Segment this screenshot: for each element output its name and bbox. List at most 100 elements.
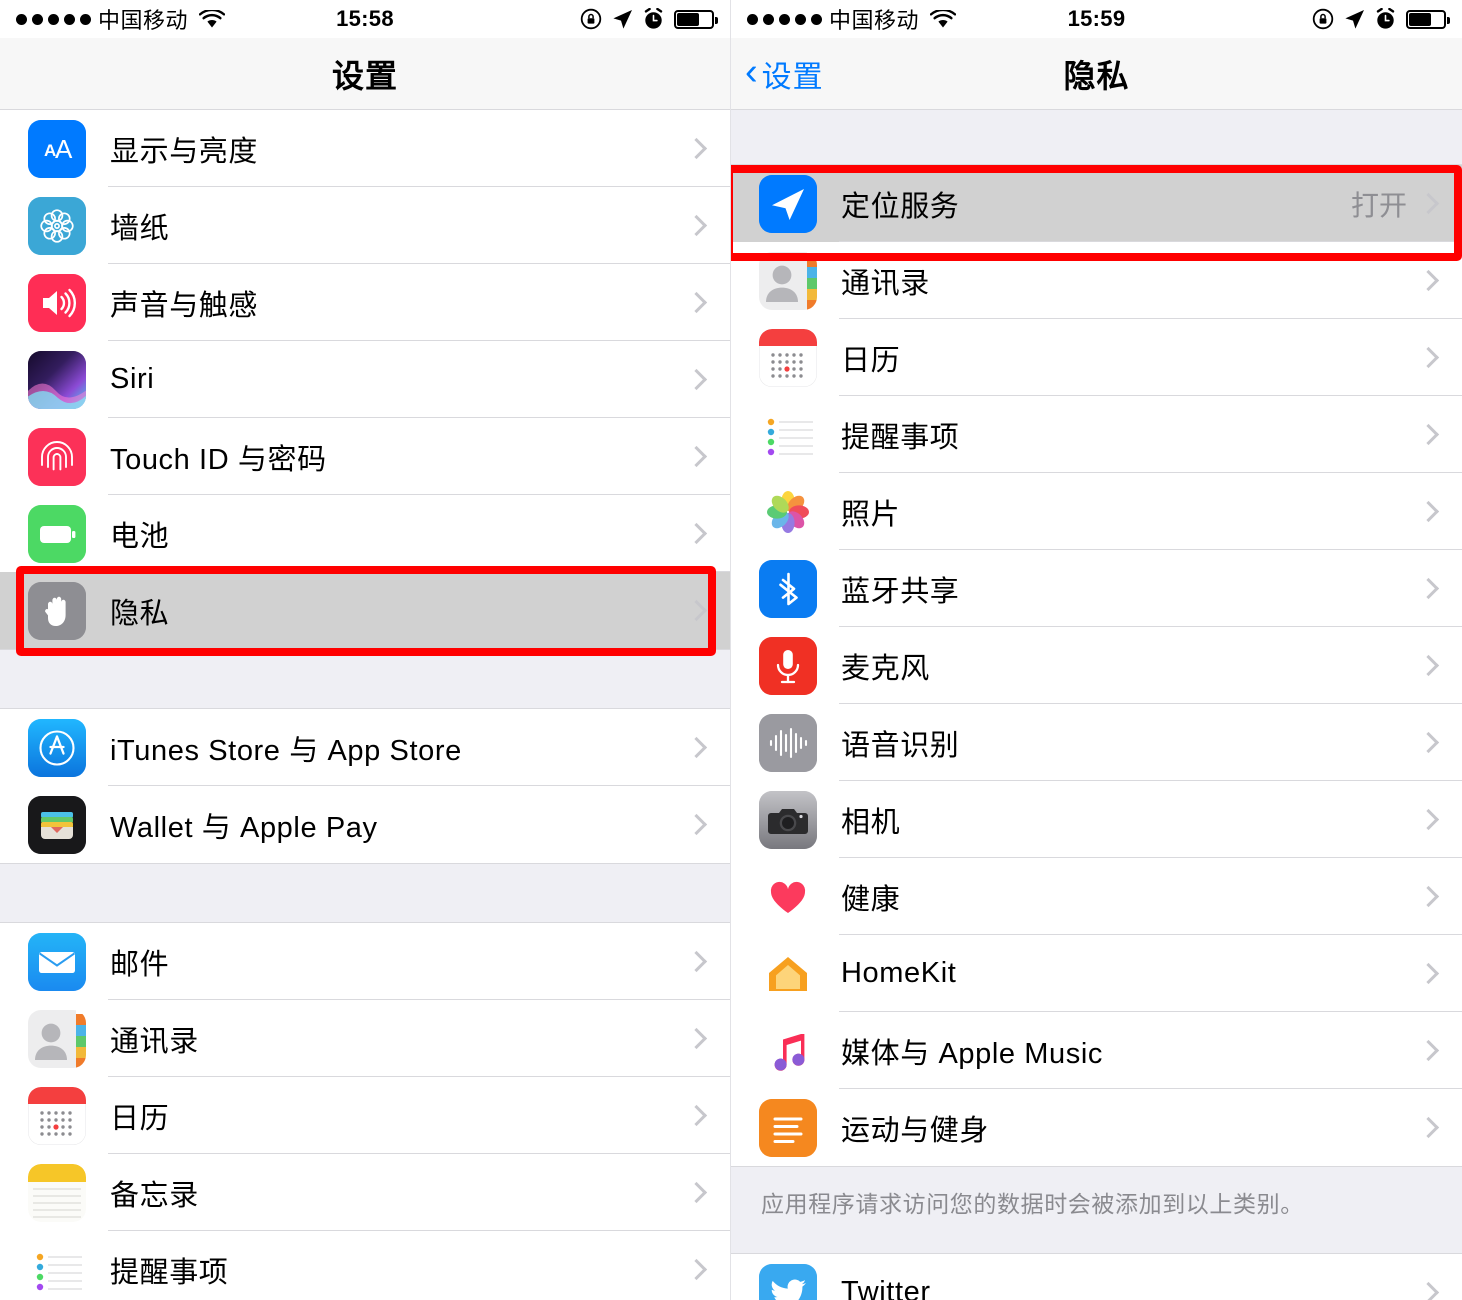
list-item[interactable]: 照片 [731, 473, 1462, 550]
privacy-list: 定位服务 打开通讯录日历提醒事项 照片蓝牙共享麦克风语音识别相机健康 HomeKit… [731, 110, 1462, 1300]
list-item-label: 显示与亮度 [110, 135, 259, 168]
list-item-label: 照片 [841, 498, 901, 531]
chevron-right-icon [1417, 808, 1440, 831]
list-item-label: 蓝牙共享 [841, 575, 960, 608]
list-item[interactable]: 日历 [731, 319, 1462, 396]
list-item-label: 墙纸 [110, 212, 170, 245]
list-item-label: 声音与触感 [110, 289, 259, 322]
list-item[interactable]: 提醒事项 [0, 1231, 730, 1300]
chevron-right-icon [685, 137, 708, 160]
privacy-footer-note: 应用程序请求访问您的数据时会被添加到以上类别。 [731, 1166, 1462, 1254]
list-item[interactable]: Twitter [731, 1254, 1462, 1300]
page-title-settings: 设置 [331, 57, 398, 94]
list-item-value: 打开 [1350, 189, 1407, 221]
battery-icon [674, 9, 718, 29]
list-item[interactable]: A A 显示与亮度 [0, 110, 730, 187]
list-item[interactable]: 定位服务 打开 [731, 165, 1462, 242]
list-item[interactable]: Touch ID 与密码 [0, 418, 730, 495]
chevron-right-icon [685, 813, 708, 836]
list-item[interactable]: 隐私 [0, 572, 730, 649]
signal-dots-icon [747, 13, 822, 25]
status-bar-right-group [1312, 8, 1450, 30]
wifi-icon [930, 9, 957, 29]
chevron-right-icon [685, 522, 708, 545]
chevron-right-icon [1417, 577, 1440, 600]
section-gap-top [731, 110, 1462, 165]
list-item[interactable]: 提醒事项 [731, 396, 1462, 473]
nav-bar-right: ‹ 设置 隐私 [731, 38, 1462, 110]
list-item[interactable]: 墙纸 [0, 187, 730, 264]
chevron-right-icon [1417, 346, 1440, 369]
list-item[interactable]: 麦克风 [731, 627, 1462, 704]
chevron-right-icon [685, 445, 708, 468]
homekit-icon [759, 944, 817, 1003]
wifi-icon [199, 9, 226, 29]
list-item-label: 邮件 [110, 948, 170, 981]
list-item[interactable]: 运动与健身 [731, 1089, 1462, 1166]
chevron-right-icon [1417, 1281, 1440, 1300]
list-item-label: 语音识别 [841, 729, 960, 762]
alarm-icon [643, 8, 664, 30]
reminders-icon [28, 1240, 86, 1299]
list-item[interactable]: 媒体与 Apple Music [731, 1012, 1462, 1089]
dual-screenshot: 中国移动 15:58 设置 A A 显示与亮度 墙纸 声音与触感 Siri To… [0, 0, 1462, 1300]
list-item-label: 运动与健身 [841, 1114, 990, 1147]
chevron-right-icon [685, 1181, 708, 1204]
list-item-label: 健康 [841, 883, 901, 916]
location-arrow-icon [612, 9, 633, 30]
twitter-icon [759, 1263, 817, 1300]
chevron-right-icon [1417, 885, 1440, 908]
list-item[interactable]: 语音识别 [731, 704, 1462, 781]
microphone-icon [759, 636, 817, 695]
list-item[interactable]: HomeKit [731, 935, 1462, 1012]
display-brightness-icon: AA [28, 119, 86, 178]
siri-icon [28, 350, 86, 409]
apple-music-icon [759, 1021, 817, 1080]
location-arrow-icon [1344, 9, 1365, 30]
chevron-right-icon [1417, 500, 1440, 523]
list-item-label: 电池 [110, 520, 170, 553]
location-services-icon [759, 174, 817, 233]
list-item[interactable]: 相机 [731, 781, 1462, 858]
list-item-label: 提醒事项 [841, 421, 960, 454]
list-item-label: 通讯录 [110, 1025, 199, 1058]
list-item[interactable]: 通讯录 [731, 242, 1462, 319]
back-button-label: 设置 [761, 60, 824, 94]
app-store-icon [28, 718, 86, 777]
list-item[interactable]: Wallet 与 Apple Pay [0, 786, 730, 863]
list-item-label: Wallet 与 Apple Pay [110, 811, 378, 844]
list-item[interactable]: Siri [0, 341, 730, 418]
wallet-icon [28, 795, 86, 854]
right-phone-screen: 中国移动 15:59 ‹ 设置 隐私 定位服务 打开 通讯录 日历 提醒事项 照… [731, 0, 1462, 1300]
list-item[interactable]: 备忘录 [0, 1154, 730, 1231]
status-bar-left: 中国移动 15:58 [0, 0, 730, 38]
carrier-label: 中国移动 [98, 8, 189, 33]
camera-icon [759, 790, 817, 849]
speech-recognition-icon [759, 713, 817, 772]
chevron-right-icon [1417, 423, 1440, 446]
list-item-label: 定位服务 [841, 190, 960, 223]
wallpaper-icon [28, 196, 86, 255]
section-gap [0, 649, 730, 709]
notes-icon [28, 1163, 86, 1222]
chevron-right-icon [685, 1027, 708, 1050]
contacts-icon [28, 1009, 86, 1068]
signal-dots-icon [16, 13, 91, 25]
back-button[interactable]: ‹ 设置 [745, 52, 824, 96]
motion-fitness-icon [759, 1098, 817, 1157]
list-item[interactable]: 通讯录 [0, 1000, 730, 1077]
list-item[interactable]: 邮件 [0, 923, 730, 1000]
list-item[interactable]: 蓝牙共享 [731, 550, 1462, 627]
list-item[interactable]: 声音与触感 [0, 264, 730, 341]
list-item-label: 通讯录 [841, 267, 930, 300]
chevron-right-icon [685, 1104, 708, 1127]
left-phone-screen: 中国移动 15:58 设置 A A 显示与亮度 墙纸 声音与触感 Siri To… [0, 0, 731, 1300]
battery-icon [28, 504, 86, 563]
list-item[interactable]: 日历 [0, 1077, 730, 1154]
list-item[interactable]: iTunes Store 与 App Store [0, 709, 730, 786]
svg-text:A: A [55, 134, 73, 164]
settings-list: A A 显示与亮度墙纸声音与触感 Siri Touch ID 与密码电池隐私 iTunes… [0, 110, 730, 1300]
list-item[interactable]: 电池 [0, 495, 730, 572]
list-item[interactable]: 健康 [731, 858, 1462, 935]
status-bar-left-group: 中国移动 [16, 3, 226, 35]
